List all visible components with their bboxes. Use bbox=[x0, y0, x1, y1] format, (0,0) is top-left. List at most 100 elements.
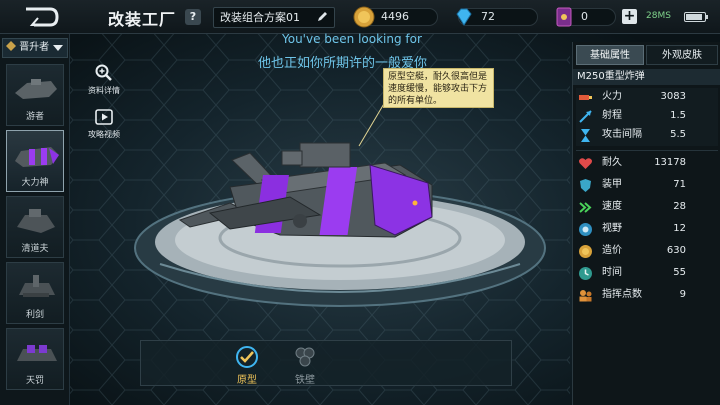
stat-label: 耐久 bbox=[602, 157, 622, 168]
stat-label: 造价 bbox=[602, 245, 622, 256]
stat-value: 9 bbox=[679, 289, 686, 300]
heart-icon bbox=[579, 158, 592, 169]
cost-icon bbox=[579, 245, 592, 258]
stat-row-command-points: 指挥点数 9 bbox=[576, 286, 718, 304]
tier-icon bbox=[6, 41, 16, 51]
card-counter: 0 bbox=[556, 7, 616, 27]
stat-label: 攻击间隔 bbox=[602, 129, 642, 140]
stat-row-vision: 视野 12 bbox=[576, 220, 718, 238]
stat-row-attack-interval: 攻击间隔 5.5 bbox=[576, 126, 718, 144]
prototype-check-icon bbox=[236, 346, 258, 368]
plan-selector[interactable]: 改装组合方案01 bbox=[213, 7, 335, 28]
stat-row-firepower: 火力 3083 bbox=[576, 88, 718, 106]
page-title: 改装工厂 bbox=[108, 10, 177, 29]
stat-row-range: 射程 1.5 bbox=[576, 107, 718, 125]
gold-counter: 4496 bbox=[353, 6, 438, 28]
variant-bar: 原型 铁壁 bbox=[140, 340, 512, 386]
back-button[interactable] bbox=[10, 4, 70, 30]
ping-indicator: 28MS bbox=[646, 11, 671, 21]
video-icon bbox=[95, 109, 113, 125]
diamond-counter: 72 bbox=[456, 8, 538, 26]
unit-card-qingdaofu[interactable]: 清道夫 bbox=[6, 196, 64, 258]
game-screen: 改装工厂 ? 改装组合方案01 4496 72 0 + 28MS 晋升者 游者 … bbox=[0, 0, 720, 405]
diamond-amount: 72 bbox=[481, 10, 495, 23]
unit-thumbnail bbox=[17, 345, 57, 361]
unit-thumbnail bbox=[17, 209, 55, 233]
unit-thumbnail bbox=[15, 147, 59, 167]
plan-name: 改装组合方案01 bbox=[220, 11, 300, 24]
stats-panel: 基础属性 外观皮肤 M250重型炸弹 火力 3083 射程 1.5 攻击间隔 5… bbox=[572, 42, 720, 405]
diamond-icon bbox=[456, 8, 472, 26]
gold-coin-icon bbox=[353, 6, 375, 28]
stat-value: 5.5 bbox=[670, 129, 686, 140]
tier-label: 晋升者 bbox=[19, 42, 50, 53]
triple-hex-icon bbox=[295, 347, 315, 367]
prototype-label: 原型 bbox=[237, 375, 257, 386]
eye-icon bbox=[579, 223, 592, 236]
stat-row-cost: 造价 630 bbox=[576, 242, 718, 260]
stat-row-armor: 装甲 71 bbox=[576, 176, 718, 194]
details-label: 资料详情 bbox=[88, 86, 120, 95]
stat-label: 视野 bbox=[602, 223, 622, 234]
command-icon bbox=[579, 290, 592, 302]
prototype-variant-button[interactable]: 原型 bbox=[227, 345, 267, 386]
unit-card-label: 天罚 bbox=[25, 376, 44, 386]
gold-amount: 4496 bbox=[381, 10, 409, 23]
unit-card-dalishen[interactable]: 大力神 bbox=[6, 130, 64, 192]
iron-variant-button[interactable]: 铁壁 bbox=[285, 345, 325, 386]
stat-label: 时间 bbox=[602, 267, 622, 278]
back-arrow-icon bbox=[26, 7, 59, 27]
stat-label: 装甲 bbox=[602, 179, 622, 190]
magnifier-plus-icon bbox=[95, 64, 112, 81]
stat-value: 12 bbox=[673, 223, 686, 234]
video-label: 攻略视频 bbox=[88, 130, 120, 139]
unit-description-tooltip: 原型空艇，耐久很高但是速度缓慢，能够攻击下方的所有单位。 bbox=[383, 68, 494, 108]
add-currency-button[interactable]: + bbox=[622, 9, 637, 24]
help-icon[interactable]: ? bbox=[185, 9, 201, 25]
hourglass-icon bbox=[581, 129, 590, 142]
stat-label: 速度 bbox=[602, 201, 622, 212]
stat-value: 13178 bbox=[654, 157, 686, 168]
stat-value: 3083 bbox=[660, 91, 686, 102]
unit-card-label: 利剑 bbox=[25, 310, 44, 320]
stat-value: 630 bbox=[666, 245, 686, 256]
stat-label: 射程 bbox=[602, 110, 622, 121]
stat-row-durability: 耐久 13178 bbox=[576, 154, 718, 172]
stat-label: 火力 bbox=[602, 91, 622, 102]
unit-thumbnail bbox=[15, 79, 57, 99]
stat-label: 指挥点数 bbox=[602, 289, 642, 300]
details-button[interactable]: 资料详情 bbox=[82, 64, 126, 96]
unit-card-label: 大力神 bbox=[21, 178, 49, 188]
tier-dropdown[interactable]: 晋升者 bbox=[2, 38, 68, 58]
tab-skins[interactable]: 外观皮肤 bbox=[646, 45, 718, 65]
iron-label: 铁壁 bbox=[295, 375, 315, 386]
unit-card-lijian[interactable]: 利剑 bbox=[6, 262, 64, 324]
edit-icon[interactable] bbox=[316, 11, 328, 23]
stat-row-speed: 速度 28 bbox=[576, 198, 718, 216]
armor-icon bbox=[580, 179, 591, 192]
card-icon bbox=[556, 7, 572, 27]
unit-card-label: 清道夫 bbox=[21, 244, 49, 254]
unit-name: M250重型炸弹 bbox=[573, 69, 720, 85]
battery-icon bbox=[684, 12, 708, 22]
unit-card-label: 游者 bbox=[25, 112, 44, 122]
unit-thumbnail bbox=[19, 275, 55, 297]
chevron-down-icon bbox=[53, 45, 63, 51]
banner-english: You've been looking for bbox=[282, 32, 422, 46]
video-guide-button[interactable]: 攻略视频 bbox=[82, 108, 126, 140]
firepower-icon bbox=[579, 95, 592, 100]
stat-value: 71 bbox=[673, 179, 686, 190]
stat-value: 28 bbox=[673, 201, 686, 212]
unit-list: 晋升者 游者 大力神 清道夫 利剑 天罚 bbox=[0, 34, 70, 405]
top-bar: 改装工厂 ? 改装组合方案01 4496 72 0 + 28MS bbox=[0, 0, 720, 34]
stat-value: 55 bbox=[673, 267, 686, 278]
stat-value: 1.5 bbox=[670, 110, 686, 121]
unit-card-tianfa[interactable]: 天罚 bbox=[6, 328, 64, 390]
unit-card-youzhe[interactable]: 游者 bbox=[6, 64, 64, 126]
card-amount: 0 bbox=[581, 10, 588, 23]
divider bbox=[576, 150, 718, 151]
tab-basic-stats[interactable]: 基础属性 bbox=[576, 45, 644, 65]
clock-icon bbox=[579, 267, 592, 280]
range-icon bbox=[579, 110, 592, 123]
unit-model bbox=[178, 142, 433, 238]
